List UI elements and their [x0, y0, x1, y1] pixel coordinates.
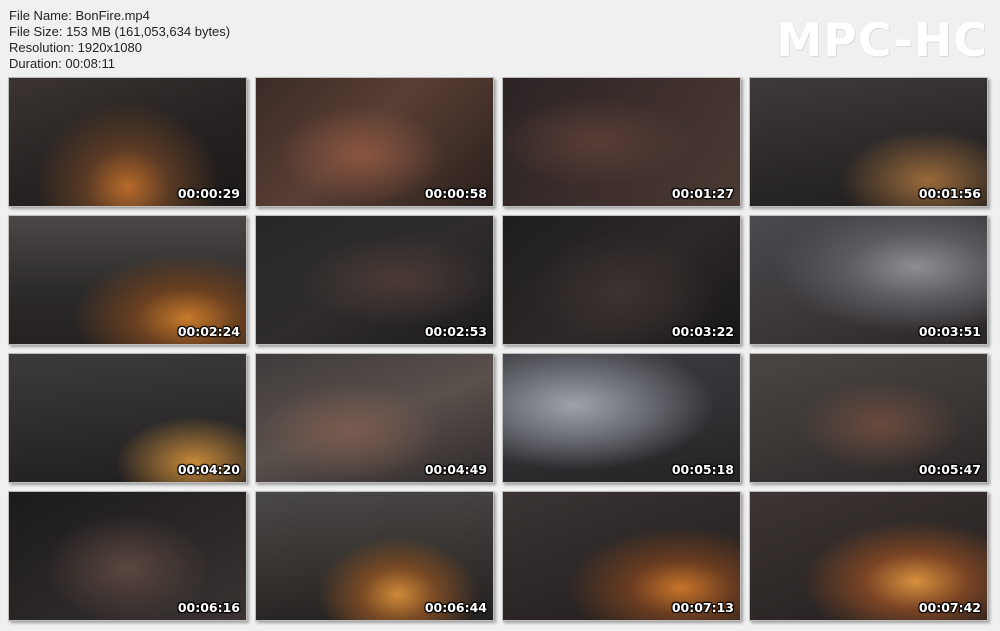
- video-frame-thumbnail: 00:02:53: [255, 215, 494, 345]
- frame-timestamp: 00:02:53: [424, 324, 487, 339]
- video-frame-thumbnail: 00:06:16: [8, 491, 247, 621]
- video-frame-thumbnail: 00:05:18: [502, 353, 741, 483]
- file-info-panel: File Name: BonFire.mp4 File Size: 153 MB…: [9, 8, 230, 72]
- frame-timestamp: 00:02:24: [177, 324, 240, 339]
- frame-timestamp: 00:03:22: [671, 324, 734, 339]
- file-name-text: File Name: BonFire.mp4: [9, 8, 150, 23]
- video-frame-thumbnail: 00:00:58: [255, 77, 494, 207]
- frame-timestamp: 00:06:16: [177, 600, 240, 615]
- video-frame-thumbnail: 00:01:27: [502, 77, 741, 207]
- video-frame-thumbnail: 00:06:44: [255, 491, 494, 621]
- frame-timestamp: 00:07:42: [918, 600, 981, 615]
- frame-timestamp: 00:04:49: [424, 462, 487, 477]
- video-frame-thumbnail: 00:00:29: [8, 77, 247, 207]
- frame-timestamp: 00:05:18: [671, 462, 734, 477]
- video-frame-thumbnail: 00:03:51: [749, 215, 988, 345]
- video-frame-thumbnail: 00:01:56: [749, 77, 988, 207]
- frame-timestamp: 00:00:58: [424, 186, 487, 201]
- duration-text: Duration: 00:08:11: [9, 56, 115, 71]
- video-frame-thumbnail: 00:02:24: [8, 215, 247, 345]
- frame-timestamp: 00:03:51: [918, 324, 981, 339]
- file-size-text: File Size: 153 MB (161,053,634 bytes): [9, 24, 231, 39]
- frame-timestamp: 00:06:44: [424, 600, 487, 615]
- frame-timestamp: 00:07:13: [671, 600, 734, 615]
- video-frame-thumbnail: 00:04:20: [8, 353, 247, 483]
- resolution-text: Resolution: 1920x1080: [9, 40, 142, 55]
- frame-timestamp: 00:05:47: [918, 462, 981, 477]
- video-frame-thumbnail: 00:07:42: [749, 491, 988, 621]
- frame-timestamp: 00:04:20: [177, 462, 240, 477]
- video-frame-thumbnail: 00:05:47: [749, 353, 988, 483]
- thumbnail-grid: 00:00:29 00:00:58 00:01:27 00:01:56 00:02:24…: [8, 77, 992, 621]
- frame-timestamp: 00:00:29: [177, 186, 240, 201]
- frame-timestamp: 00:01:27: [671, 186, 734, 201]
- frame-timestamp: 00:01:56: [918, 186, 981, 201]
- video-frame-thumbnail: 00:04:49: [255, 353, 494, 483]
- mpc-hc-logo: MPC-HC: [776, 13, 988, 67]
- video-frame-thumbnail: 00:03:22: [502, 215, 741, 345]
- video-frame-thumbnail: 00:07:13: [502, 491, 741, 621]
